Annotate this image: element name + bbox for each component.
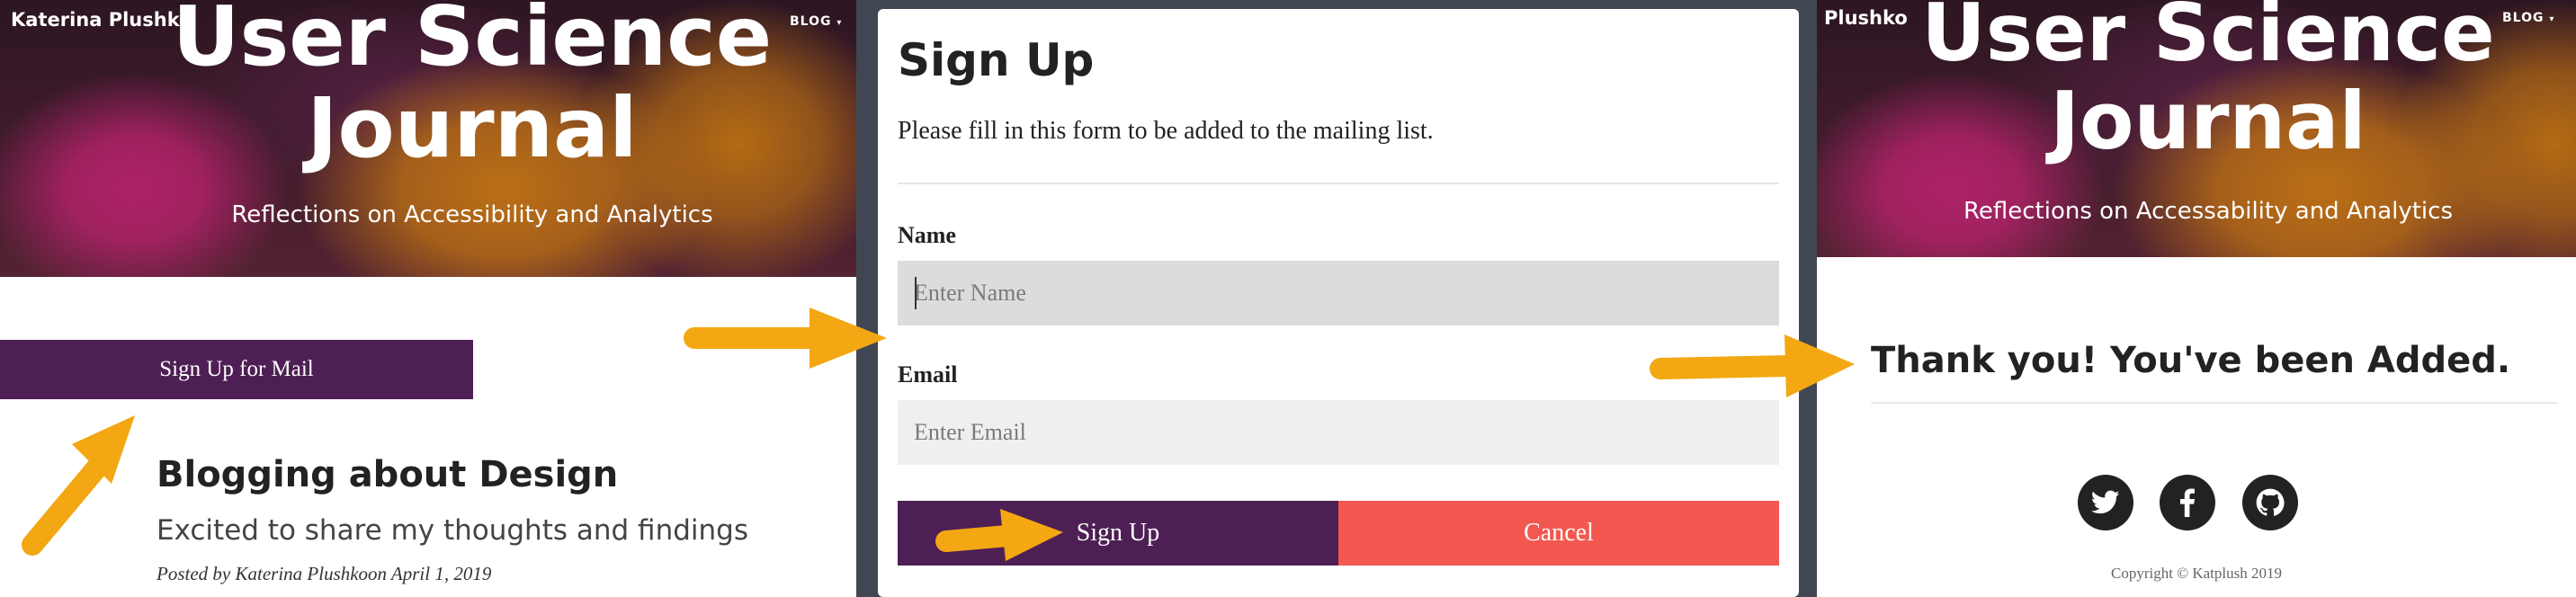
site-title: User Science Journal — [0, 0, 856, 174]
twitter-icon[interactable] — [2078, 475, 2133, 530]
confirmation-panel: Plushko BLOG ▾ User Science Journal Refl… — [1817, 0, 2576, 597]
divider — [898, 183, 1779, 184]
name-label: Name — [898, 222, 956, 248]
confirmation-message: Thank you! You've been Added. — [1871, 340, 2511, 381]
post-meta-prefix: Posted by — [157, 563, 236, 584]
post-meta: Posted by Katerina Plushkoon April 1, 20… — [157, 563, 491, 585]
hero-banner: Katerina Plushko BLOG ▾ User Science Jou… — [0, 0, 856, 277]
site-title-line1: User Science — [1921, 0, 2495, 79]
post-subtitle: Excited to share my thoughts and finding… — [157, 514, 748, 547]
post-date: April 1, 2019 — [387, 563, 492, 584]
site-title-line1: User Science — [172, 0, 773, 85]
facebook-icon[interactable] — [2160, 475, 2215, 530]
site-title: User Science Journal — [1817, 0, 2576, 165]
site-title-line2: Journal — [307, 80, 638, 176]
text-cursor — [915, 277, 917, 309]
site-subtitle: Reflections on Accessability and Analyti… — [1963, 198, 2454, 225]
name-field[interactable] — [898, 261, 1779, 325]
modal-description: Please fill in this form to be added to … — [898, 117, 1434, 145]
site-subtitle: Reflections on Accessibility and Analyti… — [231, 201, 713, 228]
modal-title: Sign Up — [898, 34, 1095, 86]
email-label: Email — [898, 361, 958, 388]
signup-modal: Sign Up Please fill in this form to be a… — [878, 9, 1799, 597]
cancel-button[interactable]: Cancel — [1338, 501, 1779, 566]
home-page-panel: Katerina Plushko BLOG ▾ User Science Jou… — [0, 0, 856, 597]
copyright-text: Copyright © Katplush 2019 — [2111, 565, 2282, 582]
post-author: Katerina Plushkoon — [235, 563, 388, 584]
divider — [1871, 402, 2558, 404]
email-field[interactable] — [898, 400, 1779, 465]
github-icon[interactable] — [2242, 475, 2298, 530]
sign-up-button[interactable]: Sign Up — [898, 501, 1338, 566]
site-title-line2: Journal — [2050, 75, 2366, 167]
hero-banner: Plushko BLOG ▾ User Science Journal Refl… — [1817, 0, 2576, 257]
sign-up-for-mail-button[interactable]: Sign Up for Mail — [0, 340, 473, 399]
post-title[interactable]: Blogging about Design — [157, 454, 618, 495]
signup-modal-panel: Sign Up Please fill in this form to be a… — [856, 0, 1817, 597]
